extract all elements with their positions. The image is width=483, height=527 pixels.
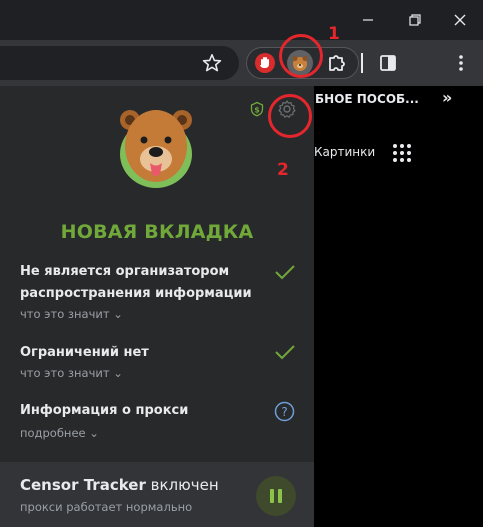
- chevron-down-icon: ⌄: [113, 366, 123, 380]
- organizer-status-label-line2: распространения информации: [20, 286, 252, 301]
- pause-button[interactable]: [256, 476, 296, 516]
- bookmarks-overflow-chevron-icon[interactable]: »: [442, 88, 452, 107]
- app-name: Censor Tracker: [20, 476, 146, 494]
- what-it-means-link-1[interactable]: что это значит ⌄: [20, 307, 123, 321]
- restore-button[interactable]: [402, 8, 426, 32]
- svg-text:$: $: [254, 105, 260, 114]
- stop-hand-extension-icon[interactable]: [252, 50, 278, 76]
- pause-icon: [270, 489, 274, 503]
- chevron-down-icon: ⌄: [89, 426, 99, 440]
- extensions-puzzle-icon[interactable]: [323, 50, 349, 76]
- close-button[interactable]: [448, 8, 472, 32]
- check-icon: [275, 345, 295, 360]
- annotation-number-1: 1: [328, 24, 340, 44]
- quokka-mascot-logo: [120, 110, 192, 188]
- proxy-info-label: Информация о прокси: [20, 403, 189, 418]
- images-link[interactable]: Картинки: [314, 145, 375, 159]
- state-label: включен: [150, 476, 219, 494]
- more-details-link[interactable]: подробнее ⌄: [20, 426, 99, 440]
- minimize-button[interactable]: [356, 8, 380, 32]
- google-apps-grid-icon[interactable]: [392, 143, 412, 163]
- minimize-icon: [363, 19, 373, 21]
- donate-icon[interactable]: $: [249, 101, 265, 117]
- annotation-circle-1: [279, 34, 323, 78]
- extension-state: Censor Tracker включен: [20, 476, 219, 494]
- proxy-status: прокси работает нормально: [20, 500, 193, 514]
- what-it-means-link-2[interactable]: что это значит ⌄: [20, 366, 123, 380]
- annotation-circle-2: [268, 94, 312, 138]
- help-icon[interactable]: ?: [274, 401, 295, 422]
- popup-title: НОВАЯ ВКЛАДКА: [60, 221, 254, 243]
- bookmark-star-icon[interactable]: [201, 52, 223, 74]
- annotation-number-2: 2: [277, 160, 289, 180]
- close-icon: [454, 14, 466, 26]
- svg-text:?: ?: [281, 405, 287, 419]
- restrictions-label: Ограничений нет: [20, 345, 149, 360]
- check-icon: [275, 265, 295, 280]
- side-panel-icon[interactable]: [375, 50, 401, 76]
- toolbar-separator: [361, 53, 363, 73]
- chevron-down-icon: ⌄: [113, 307, 123, 321]
- organizer-status-label-line1: Не является организатором: [20, 264, 230, 279]
- kebab-menu-icon[interactable]: [448, 50, 474, 76]
- restore-icon: [409, 14, 421, 26]
- bookmark-folder[interactable]: БНОЕ ПОСОБ...: [315, 92, 419, 106]
